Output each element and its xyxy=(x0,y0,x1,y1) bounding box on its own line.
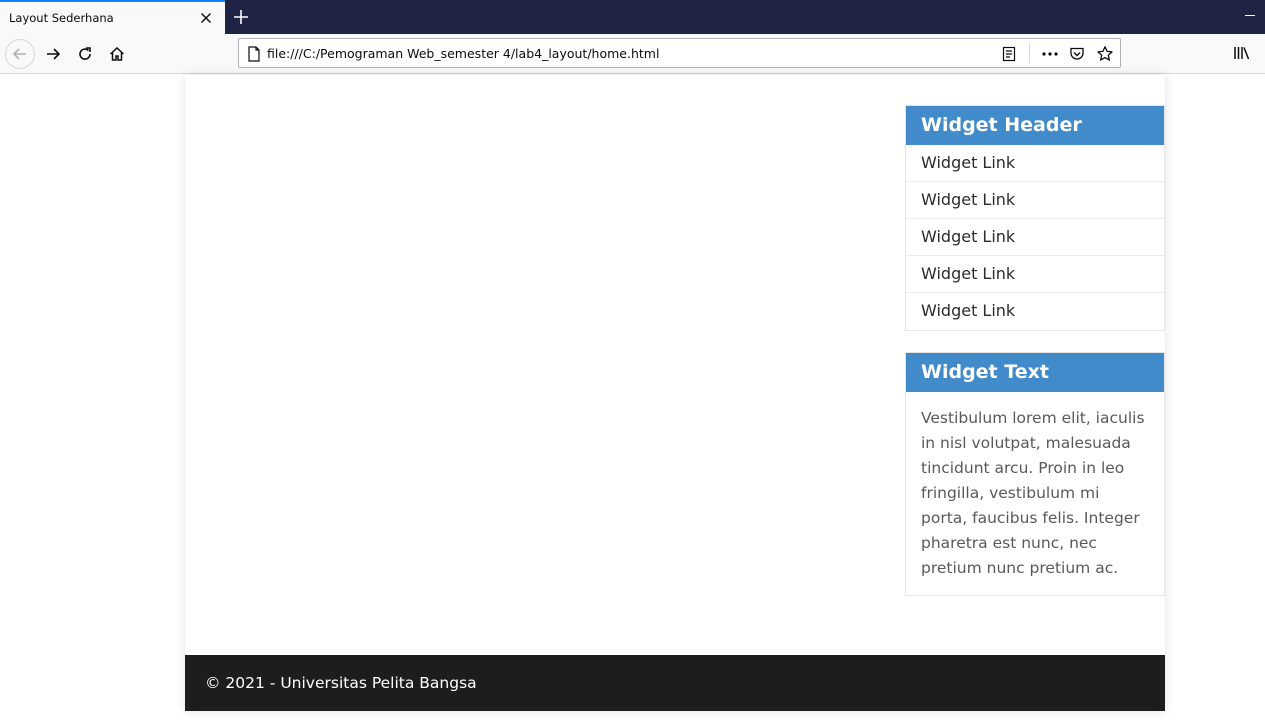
forward-arrow-icon xyxy=(47,48,61,60)
widget-link[interactable]: Widget Link xyxy=(906,256,1164,293)
text-widget: Widget Text Vestibulum lorem elit, iacul… xyxy=(905,352,1165,596)
widget-link[interactable]: Widget Link xyxy=(906,182,1164,219)
url-bar-divider xyxy=(1029,43,1030,63)
library-icon[interactable] xyxy=(1233,45,1251,61)
widget-link[interactable]: Widget Link xyxy=(906,219,1164,256)
widget-text-header: Widget Text xyxy=(906,353,1164,392)
pocket-icon[interactable] xyxy=(1069,46,1085,62)
forward-button[interactable] xyxy=(38,39,68,69)
url-text[interactable]: file:///C:/Pemograman Web_semester 4/lab… xyxy=(267,46,659,61)
reload-button[interactable] xyxy=(70,39,100,69)
tab-bar: Layout Sederhana xyxy=(0,0,1265,34)
home-button[interactable] xyxy=(102,39,132,69)
page-container: Widget Header Widget Link Widget Link Wi… xyxy=(185,75,1165,711)
reload-icon xyxy=(79,47,91,60)
page-icon xyxy=(248,46,260,62)
url-bar[interactable]: file:///C:/Pemograman Web_semester 4/lab… xyxy=(238,38,1121,68)
home-icon xyxy=(109,46,125,61)
nav-toolbar: file:///C:/Pemograman Web_semester 4/lab… xyxy=(0,34,1265,74)
back-button[interactable] xyxy=(5,39,35,69)
tab-title: Layout Sederhana xyxy=(9,11,114,25)
back-arrow-icon xyxy=(12,48,26,60)
widget-text-body: Vestibulum lorem elit, iaculis in nisl v… xyxy=(921,409,1145,577)
more-icon[interactable] xyxy=(1041,46,1059,62)
page-viewport: Widget Header Widget Link Widget Link Wi… xyxy=(0,75,1265,726)
sidebar: Widget Header Widget Link Widget Link Wi… xyxy=(905,105,1165,596)
star-icon[interactable] xyxy=(1096,45,1114,63)
active-tab[interactable]: Layout Sederhana xyxy=(0,0,225,34)
reader-view-icon[interactable] xyxy=(1001,46,1017,62)
widget-link-list: Widget Link Widget Link Widget Link Widg… xyxy=(906,145,1164,330)
page-footer: © 2021 - Universitas Pelita Bangsa xyxy=(185,655,1165,711)
plus-icon[interactable] xyxy=(232,8,250,26)
links-widget: Widget Header Widget Link Widget Link Wi… xyxy=(905,105,1165,331)
widget-link[interactable]: Widget Link xyxy=(906,145,1164,182)
widget-link[interactable]: Widget Link xyxy=(906,293,1164,330)
widget-header: Widget Header xyxy=(906,106,1164,145)
close-icon[interactable] xyxy=(198,10,214,26)
minimize-icon[interactable] xyxy=(1245,15,1255,16)
